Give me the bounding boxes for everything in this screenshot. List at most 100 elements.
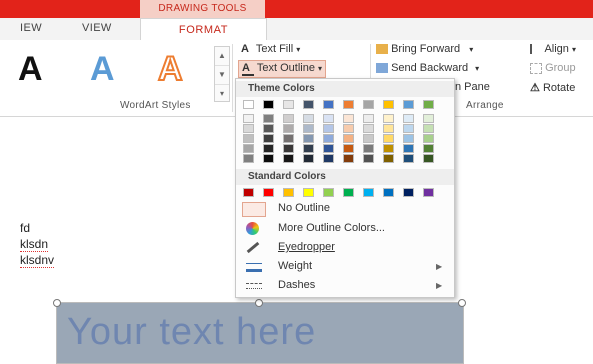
theme-color-shade-swatch[interactable]	[383, 134, 394, 143]
scroll-down-icon[interactable]: ▼	[215, 66, 229, 85]
theme-color-shade-swatch[interactable]	[283, 124, 294, 133]
wordart-style-blue[interactable]: A	[90, 50, 115, 89]
theme-color-swatch[interactable]	[243, 100, 254, 109]
theme-color-shade-swatch[interactable]	[263, 114, 274, 123]
theme-color-shade-swatch[interactable]	[343, 134, 354, 143]
theme-color-shade-swatch[interactable]	[263, 134, 274, 143]
wordart-textbox[interactable]: Your text here	[56, 302, 464, 364]
text-outline-menu: Theme Colors Standard Colors No Outline …	[235, 78, 455, 298]
theme-color-shade-swatch[interactable]	[243, 154, 254, 163]
theme-color-shade-swatch[interactable]	[343, 114, 354, 123]
theme-color-swatch[interactable]	[363, 100, 374, 109]
theme-color-swatch[interactable]	[383, 100, 394, 109]
theme-color-shade-swatch[interactable]	[323, 124, 334, 133]
theme-color-shade-swatch[interactable]	[363, 134, 374, 143]
theme-color-shade-swatch[interactable]	[363, 114, 374, 123]
color-palette-icon	[246, 222, 259, 235]
theme-color-shade-swatch[interactable]	[323, 154, 334, 163]
theme-color-shade-swatch[interactable]	[343, 154, 354, 163]
theme-color-shade-swatch[interactable]	[263, 154, 274, 163]
theme-color-shade-swatch[interactable]	[403, 134, 414, 143]
theme-color-swatch[interactable]	[423, 100, 434, 109]
standard-color-swatch[interactable]	[323, 188, 334, 197]
standard-color-swatch[interactable]	[343, 188, 354, 197]
theme-color-shade-swatch[interactable]	[323, 114, 334, 123]
theme-color-shade-swatch[interactable]	[363, 124, 374, 133]
theme-color-swatch[interactable]	[343, 100, 354, 109]
theme-color-shade-swatch[interactable]	[283, 144, 294, 153]
theme-color-shade-swatch[interactable]	[343, 124, 354, 133]
wordart-text[interactable]: Your text here	[67, 311, 316, 354]
theme-color-shade-swatch[interactable]	[383, 114, 394, 123]
theme-color-shade-swatch[interactable]	[243, 124, 254, 133]
standard-color-swatch[interactable]	[403, 188, 414, 197]
theme-color-shade-swatch[interactable]	[303, 114, 314, 123]
theme-color-shade-swatch[interactable]	[243, 114, 254, 123]
theme-color-shade-swatch[interactable]	[323, 134, 334, 143]
send-backward-button[interactable]: Send Backward ▾	[376, 62, 479, 74]
theme-color-shade-swatch[interactable]	[323, 144, 334, 153]
theme-color-shade-swatch[interactable]	[423, 144, 434, 153]
tab-view-partial[interactable]: IEW	[20, 22, 42, 34]
tab-view[interactable]: VIEW	[82, 22, 112, 34]
standard-color-swatch[interactable]	[303, 188, 314, 197]
theme-color-shade-swatch[interactable]	[283, 134, 294, 143]
theme-color-swatch[interactable]	[283, 100, 294, 109]
theme-color-shade-swatch[interactable]	[383, 124, 394, 133]
wordart-style-black[interactable]: A	[18, 50, 43, 89]
gallery-scroll[interactable]: ▲ ▼ ▾	[214, 46, 230, 102]
scroll-up-icon[interactable]: ▲	[215, 47, 229, 66]
weight-item[interactable]: Weight ▶	[236, 257, 454, 276]
theme-color-shade-swatch[interactable]	[343, 144, 354, 153]
eyedropper-item[interactable]: Eyedropper	[236, 238, 454, 257]
theme-color-shade-swatch[interactable]	[423, 134, 434, 143]
theme-color-shade-swatch[interactable]	[303, 124, 314, 133]
standard-color-swatch[interactable]	[243, 188, 254, 197]
resize-handle[interactable]	[458, 299, 466, 307]
theme-color-shade-swatch[interactable]	[383, 144, 394, 153]
theme-color-shade-swatch[interactable]	[423, 114, 434, 123]
theme-color-shade-swatch[interactable]	[423, 154, 434, 163]
theme-color-shade-swatch[interactable]	[303, 134, 314, 143]
standard-color-swatch[interactable]	[423, 188, 434, 197]
theme-color-shade-swatch[interactable]	[243, 134, 254, 143]
theme-color-shade-swatch[interactable]	[363, 154, 374, 163]
selection-pane-button[interactable]: n Pane	[455, 81, 490, 93]
theme-color-shade-swatch[interactable]	[403, 154, 414, 163]
resize-handle[interactable]	[53, 299, 61, 307]
theme-color-shade-swatch[interactable]	[243, 144, 254, 153]
tab-format[interactable]: FORMAT	[140, 18, 267, 41]
theme-color-shade-swatch[interactable]	[303, 154, 314, 163]
theme-color-shade-swatch[interactable]	[423, 124, 434, 133]
standard-color-swatch[interactable]	[283, 188, 294, 197]
theme-color-shade-swatch[interactable]	[303, 144, 314, 153]
theme-color-swatch[interactable]	[263, 100, 274, 109]
text-outline-button[interactable]: A Text Outline ▾	[238, 60, 327, 78]
standard-color-swatch[interactable]	[263, 188, 274, 197]
theme-color-shade-swatch[interactable]	[383, 154, 394, 163]
theme-color-shade-swatch[interactable]	[363, 144, 374, 153]
theme-color-shade-swatch[interactable]	[403, 124, 414, 133]
gallery-more-icon[interactable]: ▾	[215, 85, 229, 103]
wordart-style-orange-outline[interactable]: A	[157, 49, 184, 89]
rotate-button[interactable]: ⚠ Rotate	[530, 81, 575, 94]
theme-color-swatch[interactable]	[303, 100, 314, 109]
more-outline-colors-item[interactable]: More Outline Colors...	[236, 219, 454, 238]
theme-color-shade-swatch[interactable]	[283, 154, 294, 163]
theme-color-swatch[interactable]	[323, 100, 334, 109]
bring-forward-button[interactable]: Bring Forward ▾	[376, 43, 473, 55]
theme-color-shade-swatch[interactable]	[283, 114, 294, 123]
align-button[interactable]: Align ▾	[530, 43, 576, 55]
theme-color-swatch[interactable]	[403, 100, 414, 109]
group-button[interactable]: Group	[530, 62, 576, 74]
dashes-item[interactable]: Dashes ▶	[236, 276, 454, 295]
resize-handle[interactable]	[255, 299, 263, 307]
standard-color-swatch[interactable]	[363, 188, 374, 197]
text-fill-button[interactable]: A Text Fill ▾	[241, 43, 300, 55]
theme-color-shade-swatch[interactable]	[263, 144, 274, 153]
theme-color-shade-swatch[interactable]	[403, 144, 414, 153]
standard-color-swatch[interactable]	[383, 188, 394, 197]
theme-color-shade-swatch[interactable]	[263, 124, 274, 133]
no-outline-item[interactable]: No Outline	[236, 199, 454, 218]
theme-color-shade-swatch[interactable]	[403, 114, 414, 123]
